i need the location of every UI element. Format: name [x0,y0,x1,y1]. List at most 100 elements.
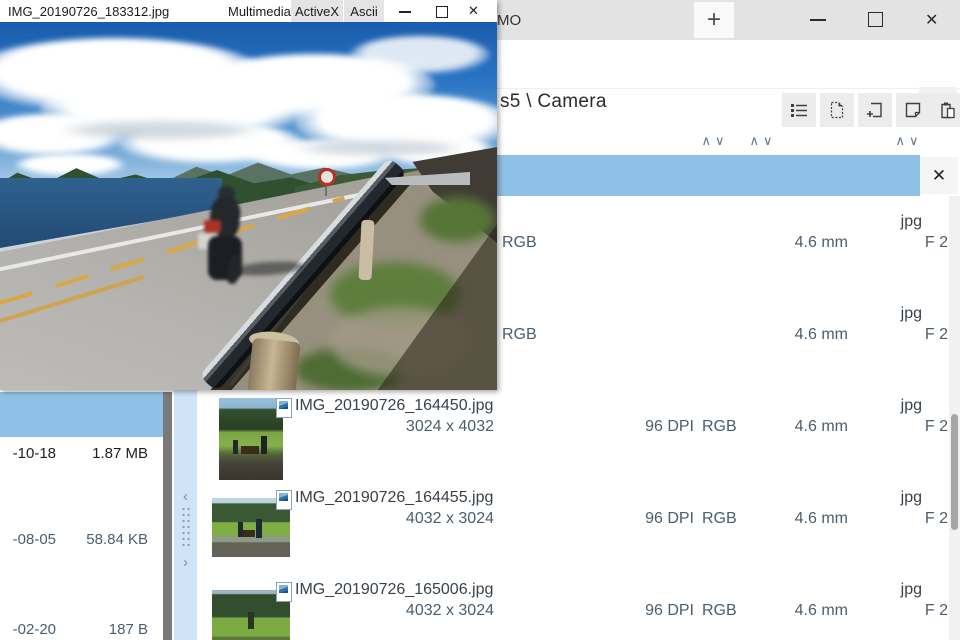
photo-canvas[interactable] [0,22,497,390]
file-size: 58.84 KB [86,531,148,548]
menu-activex[interactable]: ActiveX [291,0,343,22]
filter-close-button[interactable]: ✕ [920,157,958,194]
file-colormode: RGB [702,418,737,435]
file-colormode: RGB [702,510,737,527]
file-focal: 4.6 mm [794,602,848,619]
collapse-right-icon[interactable]: › [174,554,197,571]
viewer-maximize-button[interactable] [436,6,448,18]
file-ext: jpg [900,213,922,230]
viewer-title: IMG_20190726_183312.jpg [8,4,170,19]
paste-button[interactable] [930,93,960,127]
left-pane-selected-row[interactable] [0,392,163,437]
file-date: -02-20 [12,621,56,638]
note-icon [905,102,921,118]
file-aperture: F 2 [924,234,948,251]
file-size: 1.87 MB [92,445,148,462]
person [233,440,238,454]
add-page-icon [867,102,882,118]
red-gear [204,220,221,233]
sort-toggle-date[interactable]: ∧ ∨ [746,132,780,150]
file-size: 187 B [108,621,148,638]
list-view-icon [791,104,807,117]
sort-down-icon: ∨ [715,133,729,148]
image-file-icon [276,398,292,418]
scrollbar-thumb[interactable] [951,414,958,530]
menu-ascii[interactable]: Ascii [344,0,384,22]
file-name: IMG_20190726_165006.jpg [295,581,494,598]
grass-patch [420,197,495,242]
paste-icon [941,102,955,119]
person [261,436,267,454]
left-pane-row[interactable]: -08-05 58.84 KB [0,531,160,551]
note-button[interactable] [896,93,930,127]
minimize-button[interactable] [810,19,826,21]
file-row[interactable]: IMG_20190726_164455.jpg jpg 2019-07-26 7… [200,489,960,579]
splitter-grip[interactable] [181,506,191,550]
menu-multimedia[interactable]: Multimedia [221,0,298,22]
close-button[interactable]: ✕ [925,10,938,30]
file-ext: jpg [900,581,922,598]
list-view-button[interactable] [782,93,816,127]
file-colormode: RGB [502,326,537,343]
file-ext: jpg [900,397,922,414]
new-file-button[interactable] [820,93,854,127]
sort-toggle-size[interactable]: ∧ ∨ [892,132,926,150]
file-date: -10-18 [12,445,56,462]
file-dimensions: 4032 x 3024 [405,602,494,619]
sort-toggle-type[interactable]: ∧ ∨ [698,132,732,150]
motorcyclist [196,180,260,286]
collapse-left-icon[interactable]: ‹ [174,488,197,505]
file-dpi: 96 DPI [645,418,694,435]
breadcrumb-path[interactable]: s5 \ Camera [500,91,607,113]
cloud [350,36,490,74]
new-tab-button[interactable]: + [694,2,734,38]
viewer-close-button[interactable]: ✕ [468,3,479,19]
file-focal: 4.6 mm [794,234,848,251]
file-dpi: 96 DPI [645,602,694,619]
file-name: IMG_20190726_164450.jpg [295,397,494,414]
image-viewer-window: IMG_20190726_183312.jpg Multimedia Activ… [0,0,497,390]
sort-up-icon: ∧ [895,133,909,148]
image-file-icon [276,582,292,602]
maximize-button[interactable] [868,12,883,27]
file-focal: 4.6 mm [794,326,848,343]
file-row[interactable]: IMG_20190726_165006.jpg jpg 2019-07-26 7… [200,581,960,640]
road-sign [318,168,336,186]
file-aperture: F 2 [924,602,948,619]
file-focal: 4.6 mm [794,418,848,435]
main-window-title: MO [497,12,522,29]
file-ext: jpg [900,489,922,506]
bench [241,446,259,454]
cloud-shadow [295,140,465,156]
add-page-button[interactable] [858,93,892,127]
photo-thumbnail [219,398,283,480]
file-ext: jpg [900,305,922,322]
file-colormode: RGB [502,234,537,251]
sort-up-icon: ∧ [749,133,763,148]
sign-post [325,185,327,196]
person [248,612,254,629]
bench [243,530,255,537]
file-colormode: RGB [702,602,737,619]
file-date: -08-05 [12,531,56,548]
sort-down-icon: ∨ [763,133,777,148]
viewer-minimize-button[interactable] [399,11,411,13]
close-icon: ✕ [931,165,947,185]
file-aperture: F 2 [924,326,948,343]
left-pane-row[interactable]: -02-20 187 B [0,621,160,640]
file-name: IMG_20190726_164455.jpg [295,489,494,506]
sort-up-icon: ∧ [701,133,715,148]
left-pane-scrollbar[interactable] [163,392,172,640]
person [256,519,262,538]
file-dimensions: 3024 x 4032 [405,418,494,435]
file-aperture: F 2 [924,418,948,435]
image-file-icon [276,490,292,510]
cloud-shadow [60,120,260,140]
file-aperture: F 2 [924,510,948,527]
left-pane-row[interactable]: -10-18 1.87 MB [0,445,160,465]
file-dpi: 96 DPI [645,510,694,527]
viewer-titlebar[interactable]: IMG_20190726_183312.jpg Multimedia Activ… [0,0,497,22]
new-file-icon [830,101,844,119]
file-row[interactable]: IMG_20190726_164450.jpg jpg 2019-07-26 6… [200,397,960,487]
file-dimensions: 4032 x 3024 [405,510,494,527]
